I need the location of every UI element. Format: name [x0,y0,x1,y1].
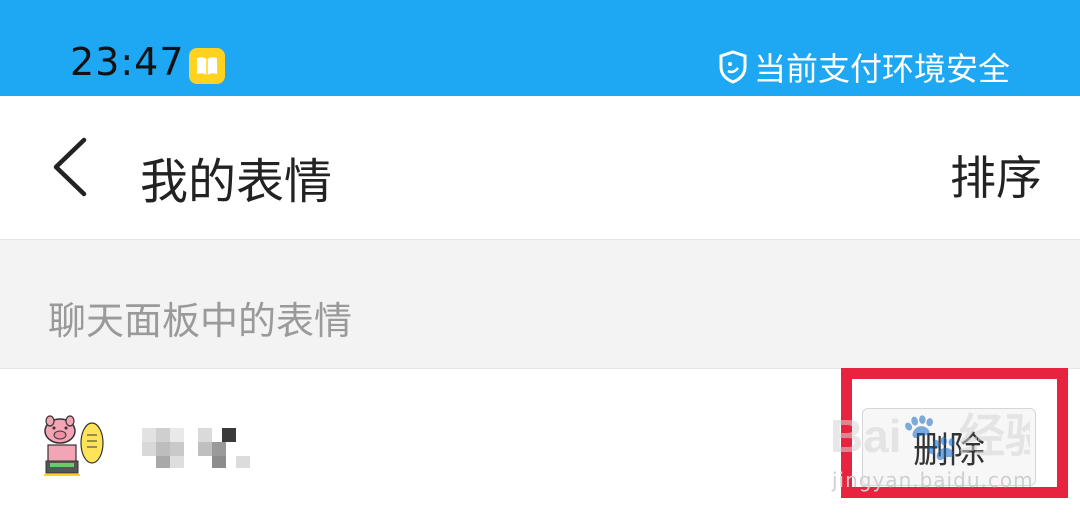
sticker-name-blurred [142,426,252,474]
security-text: 当前支付环境安全 [753,50,1010,88]
status-bar: 23:47 当前支付环境安全 [0,0,1080,96]
delete-button[interactable]: 删除 [862,408,1036,486]
page-title: 我的表情 [140,154,333,210]
status-time: 23:47 [70,40,185,84]
book-icon [189,48,225,84]
back-button[interactable] [50,136,90,202]
shield-icon [719,50,747,84]
security-indicator: 当前支付环境安全 [718,44,1010,90]
sticker-thumbnail [40,413,108,485]
nav-bar: 我的表情 排序 [0,96,1080,239]
section-title: 聊天面板中的表情 [48,299,353,343]
sort-button[interactable]: 排序 [950,142,1042,208]
chevron-left-icon [53,137,87,197]
section-header: 聊天面板中的表情 [0,239,1080,369]
